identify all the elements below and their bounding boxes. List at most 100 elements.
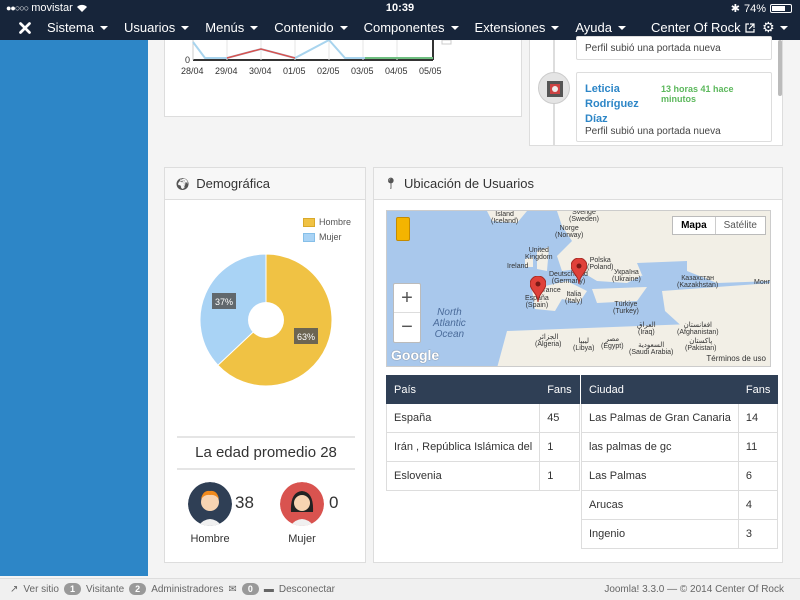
map-type-control: Mapa Satélite xyxy=(672,216,766,235)
map-marker-slovenia[interactable] xyxy=(571,258,587,284)
joomla-logo-icon[interactable] xyxy=(16,19,34,37)
caret-down-icon xyxy=(618,25,626,30)
male-count: 38 xyxy=(235,493,254,512)
minus-icon: ▬ xyxy=(263,583,274,595)
map-label: Türkiye (Turkey) xyxy=(613,301,639,315)
map-label: North Atlantic Ocean xyxy=(433,307,466,340)
map-label: Norge (Norway) xyxy=(555,225,584,239)
zoom-in-button[interactable]: + xyxy=(394,284,420,313)
gender-pie-chart: 63% 37% xyxy=(199,253,333,387)
table-row: Las Palmas de Gran Canaria 14 xyxy=(581,403,779,433)
caret-down-icon xyxy=(339,25,348,30)
map-label: United Kingdom xyxy=(525,247,553,261)
column-header[interactable]: Fans xyxy=(539,375,580,404)
view-site-link[interactable]: Ver sitio xyxy=(23,584,59,595)
activity-time: 13 horas 41 hace minutos xyxy=(661,84,734,104)
map-label: ليبيا (Libya) xyxy=(573,338,595,352)
table-row: las palmas de gc 11 xyxy=(581,432,779,462)
zoom-out-button[interactable]: − xyxy=(394,313,420,342)
column-header[interactable]: País xyxy=(385,375,541,404)
caret-down-icon xyxy=(551,25,560,30)
settings-menu[interactable]: ⚙ xyxy=(762,19,788,36)
menu-extensiones[interactable]: Extensiones xyxy=(475,20,560,35)
map-type-map-button[interactable]: Mapa xyxy=(673,217,716,234)
battery-icon xyxy=(770,4,792,13)
caret-down-icon xyxy=(779,25,788,30)
caret-down-icon xyxy=(181,25,190,30)
menu-ayuda[interactable]: Ayuda xyxy=(575,20,626,35)
table-row: Irán , República Islámica del 1 xyxy=(385,432,580,462)
activity-item: Perfil subió una portada nueva xyxy=(576,36,772,60)
map-label: پاکستان (Pakistan) xyxy=(685,338,717,352)
map-label: Україна (Ukraine) xyxy=(612,269,641,283)
battery-percent: 74% xyxy=(743,2,766,15)
activity-text: Perfil subió una portada nueva xyxy=(585,126,721,137)
external-link-icon xyxy=(744,22,755,33)
gear-icon: ⚙ xyxy=(762,19,775,35)
terms-link[interactable]: Términos de uso xyxy=(706,354,766,363)
column-header[interactable]: Fans xyxy=(737,375,779,404)
user-location-panel: 📍︎ Ubicación de Usuarios Mapa Satélite +… xyxy=(373,167,783,563)
caret-down-icon xyxy=(99,25,108,30)
map-label: Ísland (Iceland) xyxy=(491,211,519,225)
map-label: الجزائر (Algeria) xyxy=(535,334,562,348)
map-label: مصر (Egypt) xyxy=(601,336,624,350)
menu-sistema[interactable]: Sistema xyxy=(47,20,108,35)
activity-item: Leticia Rodríguez Díaz 13 horas 41 hace … xyxy=(576,72,772,142)
google-logo: Google xyxy=(391,347,440,363)
map-marker-spain[interactable] xyxy=(530,276,546,302)
x-tick: 30/04 xyxy=(249,66,272,76)
panel-heading: 📍︎ Ubicación de Usuarios xyxy=(374,168,782,200)
male-avatar-icon xyxy=(188,482,232,526)
map-label: Казахстан (Kazakhstan) xyxy=(677,275,719,289)
admins-label[interactable]: Administradores xyxy=(151,584,223,595)
main-menu: Sistema Usuarios Menús Contenido Compone… xyxy=(47,20,642,35)
bluetooth-icon: ✱ xyxy=(730,3,740,15)
table-row: Ingenio 3 xyxy=(581,519,779,549)
visits-chart: 0 28/04 29/04 30/04 01/05 02/05 03/05 04… xyxy=(181,40,452,76)
male-stat: Hombre xyxy=(185,482,235,545)
menu-componentes[interactable]: Componentes xyxy=(364,20,459,35)
logout-link[interactable]: Desconectar xyxy=(279,584,335,595)
sidebar xyxy=(0,40,148,576)
x-tick: 01/05 xyxy=(283,66,306,76)
clock: 10:39 xyxy=(385,2,415,14)
legend-item: Hombre xyxy=(303,217,351,227)
cities-table: Ciudad Fans Las Palmas de Gran Canaria 14… xyxy=(581,375,779,549)
external-link-icon: ↗ xyxy=(10,583,19,595)
menu-contenido[interactable]: Contenido xyxy=(274,20,348,35)
x-tick: 03/05 xyxy=(351,66,374,76)
countries-table: País Fans España 45 Irán , República Islá… xyxy=(385,375,580,491)
x-tick: 28/04 xyxy=(181,66,204,76)
x-tick: 29/04 xyxy=(215,66,238,76)
map-label: السعودية (Saudi Arabia) xyxy=(629,342,674,356)
menu-menus[interactable]: Menús xyxy=(205,20,259,35)
visitors-badge: 1 xyxy=(63,583,81,595)
site-link[interactable]: Center Of Rock xyxy=(651,20,755,35)
map-label: Монг xyxy=(754,279,771,286)
map-type-satellite-button[interactable]: Satélite xyxy=(716,217,765,234)
demographics-panel: 🌍︎ Demográfica Hombre Mujer 63% 37% La e… xyxy=(164,167,366,563)
panel-title: Demográfica xyxy=(196,176,270,191)
map-label: العراق (Iraq) xyxy=(637,322,656,336)
zoom-control: + − xyxy=(393,283,421,343)
slice-label-female: 37% xyxy=(215,297,233,307)
map-label: افغانستان (Afghanistan) xyxy=(677,322,719,336)
activity-user-link[interactable]: Leticia Rodríguez Díaz xyxy=(585,82,639,127)
column-header[interactable]: Ciudad xyxy=(581,375,739,404)
street-view-pegman-icon[interactable] xyxy=(396,217,410,241)
table-row: Eslovenia 1 xyxy=(385,461,580,491)
envelope-icon: ✉ xyxy=(228,583,237,595)
x-tick: 02/05 xyxy=(317,66,340,76)
world-map[interactable]: Mapa Satélite + − Ísland (Iceland) Sveri… xyxy=(386,210,771,367)
messages-badge[interactable]: 0 xyxy=(241,583,259,595)
avatar[interactable] xyxy=(538,72,570,104)
menu-usuarios[interactable]: Usuarios xyxy=(124,20,190,35)
scrollbar[interactable] xyxy=(778,40,782,96)
visitors-label[interactable]: Visitante xyxy=(86,584,124,595)
globe-icon: 🌍︎ xyxy=(175,176,191,191)
slice-label-male: 63% xyxy=(297,332,315,342)
map-label: Italia (Italy) xyxy=(565,291,583,305)
pie-hole xyxy=(248,302,284,338)
map-label: Polska (Poland) xyxy=(587,257,614,271)
